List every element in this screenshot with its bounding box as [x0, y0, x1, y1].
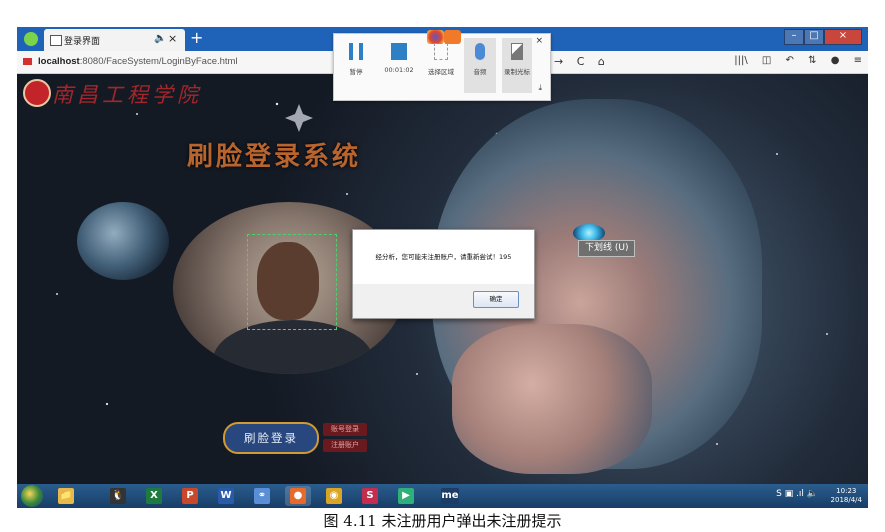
system-tray-icons[interactable]: S ▣ .ıl 🔈	[776, 489, 818, 499]
address-bar[interactable]: localhost:8080/FaceSystem/LoginByFace.ht…	[38, 56, 238, 67]
taskbar-me-label: me	[441, 488, 459, 504]
taskbar-firefox-label: ●	[290, 488, 306, 504]
cursor-icon	[511, 43, 523, 60]
face-detection-box	[247, 234, 337, 330]
login-page: 南昌工程学院 刷脸登录系统 刷脸登录 账号登录 注册账户 经分析，您可能未注册账…	[17, 74, 868, 484]
taskbar-me-icon[interactable]: me	[437, 486, 463, 506]
firefox-icon	[427, 30, 444, 44]
planet-image	[77, 202, 169, 280]
select-area-label: 选择区域	[428, 68, 454, 76]
taskbar-network-icon[interactable]: ⚭	[249, 486, 275, 506]
window-controls: – □ ×	[784, 29, 862, 45]
undo-icon[interactable]: ↶	[786, 55, 794, 66]
recorder-pin-icon[interactable]: ⤓	[538, 83, 542, 93]
taskbar-qq-label: 🐧	[110, 488, 126, 504]
taskbar-word-icon[interactable]: W	[213, 486, 239, 506]
sync-icon[interactable]: ⇅	[808, 55, 816, 66]
reload-icon[interactable]: C	[577, 55, 585, 68]
taskbar-app-red-label: S	[362, 488, 378, 504]
camera-recording-icon	[23, 58, 32, 65]
dialog-message: 经分析，您可能未注册账户，请重新尝试！195	[375, 253, 512, 261]
cyborg-face-image	[452, 324, 652, 474]
page-title: 刷脸登录系统	[187, 142, 362, 172]
university-logo-icon	[23, 79, 51, 107]
new-tab-button[interactable]: +	[190, 28, 203, 47]
camera-icon	[444, 30, 461, 44]
tab-close-icon[interactable]: ×	[168, 32, 177, 45]
figure-caption: 图 4.11 未注册用户弹出未注册提示	[323, 512, 562, 530]
page-icon	[50, 35, 62, 46]
taskbar-powerpoint-icon[interactable]: P	[177, 486, 203, 506]
windows-taskbar: 📁 🐧 X P W ⚭ ● ◉ S ▶ me S ▣ .ıl 🔈 10:23 2018/4/4	[17, 484, 868, 508]
toolbar-right-icons: |||\ ◫ ↶ ⇅ ● ≡	[723, 55, 862, 66]
menu-icon[interactable]: ≡	[854, 55, 862, 66]
taskbar-powerpoint-label: P	[182, 488, 198, 504]
sidebar-icon[interactable]: ◫	[762, 55, 771, 66]
maximize-button[interactable]: □	[804, 29, 824, 45]
home-icon[interactable]: ⌂	[598, 55, 605, 68]
ok-button[interactable]: 确定	[473, 291, 519, 308]
stop-button[interactable]: 00:01:02	[379, 43, 419, 74]
clock-time: 10:23	[836, 487, 857, 495]
university-name: 南昌工程学院	[52, 83, 202, 107]
url-path: :8080/FaceSystem/LoginByFace.html	[79, 56, 238, 67]
taskbar-excel-label: X	[146, 488, 162, 504]
alert-dialog: 经分析，您可能未注册账户，请重新尝试！195 确定	[352, 229, 535, 319]
taskbar-firefox-icon[interactable]: ●	[285, 486, 311, 506]
microphone-icon	[475, 43, 485, 60]
minimize-button[interactable]: –	[784, 29, 804, 45]
nav-icons: → C ⌂	[554, 55, 615, 68]
url-host: localhost	[38, 56, 80, 67]
forward-icon[interactable]: →	[554, 55, 563, 68]
taskbar-media-icon[interactable]: ▶	[393, 486, 419, 506]
register-account-link[interactable]: 注册账户	[323, 439, 367, 452]
select-area-icon	[434, 43, 448, 60]
pause-button[interactable]: 暂停	[338, 43, 374, 76]
record-cursor-button[interactable]: 录制光标	[502, 38, 532, 93]
chat-icon[interactable]: ●	[831, 55, 840, 66]
clock-date: 2018/4/4	[830, 496, 862, 504]
recorder-close-icon[interactable]: ×	[535, 36, 543, 46]
taskbar-qq-icon[interactable]: 🐧	[105, 486, 131, 506]
taskbar-excel-icon[interactable]: X	[141, 486, 167, 506]
tooltip: 下划线 (U)	[578, 240, 636, 257]
taskbar-explorer-label: 📁	[58, 488, 74, 504]
screenshot: 登录界面 🔈 × + – □ × localhost:8080/FaceSystem…	[17, 27, 868, 508]
taskbar-word-label: W	[218, 488, 234, 504]
recording-timer: 00:01:02	[384, 66, 414, 74]
library-icon[interactable]: |||\	[734, 55, 747, 66]
tab-login-page[interactable]: 登录界面 🔈 ×	[44, 29, 185, 51]
taskbar-chrome-icon[interactable]: ◉	[321, 486, 347, 506]
pause-icon	[349, 43, 363, 60]
tab-title: 登录界面	[64, 37, 101, 47]
audio-button[interactable]: 音频	[464, 38, 496, 93]
screen-recorder-toolbar: 暂停 00:01:02 选择区域 音频 录制光标 × ⤓	[333, 30, 551, 101]
close-window-button[interactable]: ×	[824, 29, 862, 45]
record-cursor-label: 录制光标	[504, 68, 530, 76]
taskbar-app-red-icon[interactable]: S	[357, 486, 383, 506]
taskbar-network-label: ⚭	[254, 488, 270, 504]
audio-label: 音频	[473, 68, 487, 76]
stop-icon	[391, 43, 407, 60]
account-login-link[interactable]: 账号登录	[323, 423, 367, 436]
taskbar-media-label: ▶	[398, 488, 414, 504]
firefox-logo-icon	[24, 32, 38, 46]
taskbar-chrome-label: ◉	[326, 488, 342, 504]
pause-label: 暂停	[349, 68, 363, 76]
select-area-button[interactable]: 选择区域	[423, 43, 459, 76]
speaker-icon[interactable]: 🔈	[154, 33, 166, 44]
taskbar-explorer-icon[interactable]: 📁	[53, 486, 79, 506]
start-button[interactable]	[21, 485, 43, 507]
dialog-footer: 确定	[353, 284, 534, 318]
face-login-button[interactable]: 刷脸登录	[223, 422, 319, 454]
